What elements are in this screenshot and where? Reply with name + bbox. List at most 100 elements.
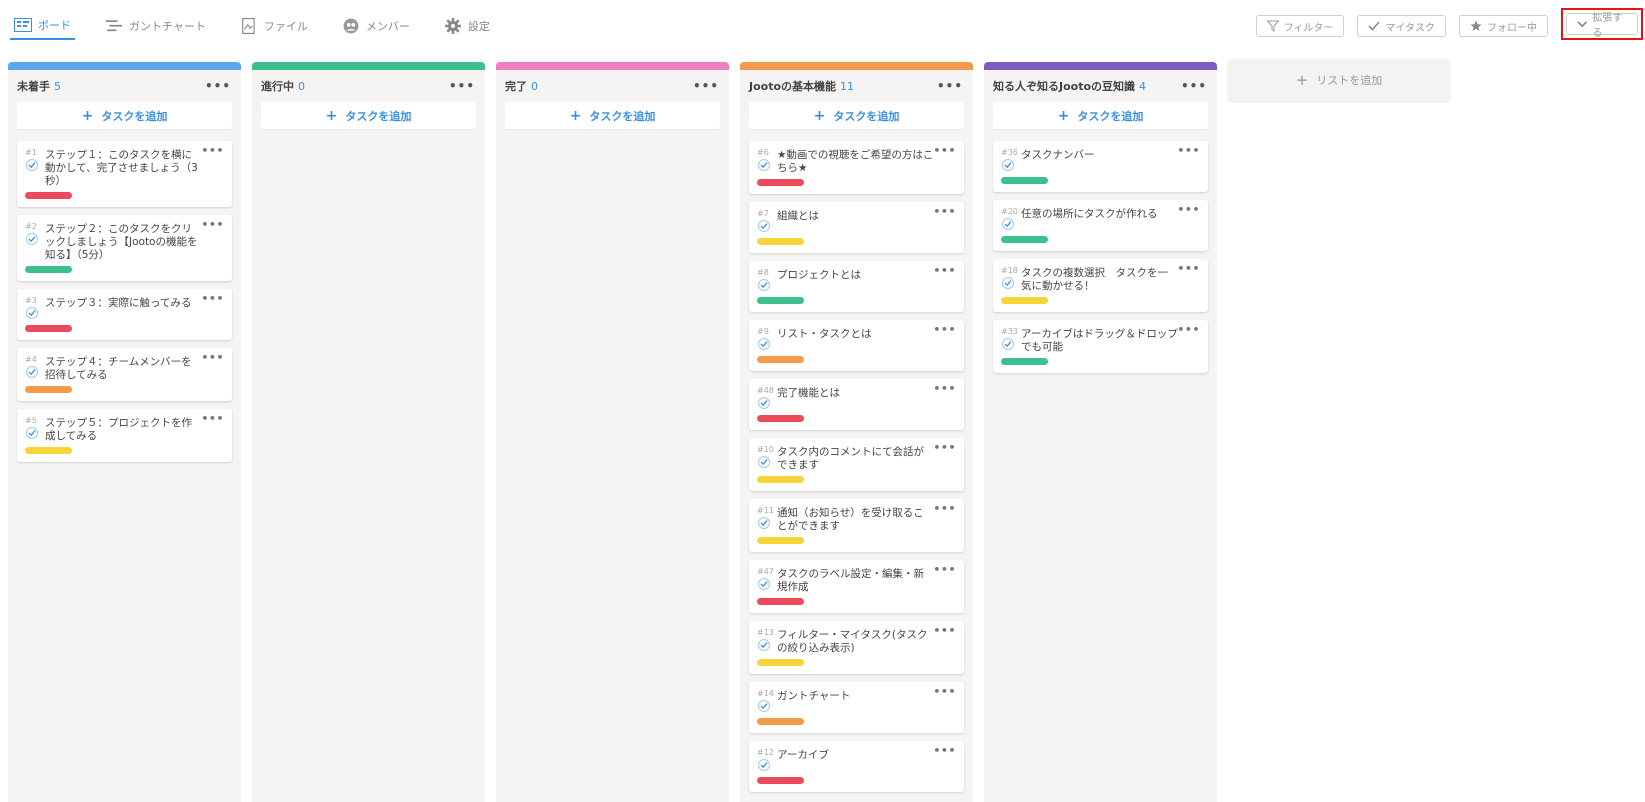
- task-number: #2: [25, 222, 37, 231]
- task-label-tag: [757, 537, 804, 544]
- complete-check-icon[interactable]: [1002, 159, 1014, 171]
- task-card[interactable]: #47 タスクのラベル設定・編集・新規作成 •••: [749, 560, 964, 613]
- task-menu-icon[interactable]: •••: [201, 292, 224, 305]
- task-menu-icon[interactable]: •••: [1177, 203, 1200, 216]
- list-column: 知る人ぞ知るJootoの豆知識 4 ••• + タスクを追加 #36 タスクナンバ…: [984, 62, 1217, 802]
- add-task-button[interactable]: + タスクを追加: [261, 102, 476, 129]
- task-menu-icon[interactable]: •••: [1177, 323, 1200, 336]
- filter-button[interactable]: フィルター: [1255, 15, 1345, 37]
- add-list-button[interactable]: + リストを追加: [1228, 59, 1450, 101]
- task-card[interactable]: #6 ★動画での視聴をご希望の方はこちら★ •••: [749, 141, 964, 194]
- task-card[interactable]: #12 アーカイブ •••: [749, 741, 964, 792]
- complete-check-icon[interactable]: [1002, 338, 1014, 350]
- task-menu-icon[interactable]: •••: [933, 685, 956, 698]
- task-card[interactable]: #14 ガントチャート •••: [749, 682, 964, 733]
- task-title: 組織とは: [777, 210, 819, 222]
- tab-member[interactable]: メンバー: [338, 12, 414, 40]
- task-menu-icon[interactable]: •••: [933, 323, 956, 336]
- task-menu-icon[interactable]: •••: [933, 264, 956, 277]
- task-menu-icon[interactable]: •••: [933, 382, 956, 395]
- task-menu-icon[interactable]: •••: [933, 744, 956, 757]
- task-card[interactable]: #10 タスク内のコメントにて会話ができます •••: [749, 438, 964, 491]
- add-task-button[interactable]: + タスクを追加: [17, 102, 232, 129]
- tab-settings[interactable]: 設定: [440, 12, 494, 40]
- task-menu-icon[interactable]: •••: [933, 441, 956, 454]
- task-title: プロジェクトとは: [777, 269, 861, 281]
- complete-check-icon[interactable]: [758, 759, 770, 771]
- complete-check-icon[interactable]: [758, 159, 770, 171]
- follow-button[interactable]: フォロー中: [1459, 15, 1548, 37]
- list-task-count: 5: [54, 80, 61, 93]
- task-number: #33: [1001, 327, 1018, 336]
- task-card[interactable]: #1 ステップ１：このタスクを横に動かして、完了させましょう（3秒） •••: [17, 141, 232, 207]
- task-card[interactable]: #11 通知（お知らせ）を受け取ることができます •••: [749, 499, 964, 552]
- complete-check-icon[interactable]: [26, 233, 38, 245]
- tab-board[interactable]: ボード: [10, 12, 75, 40]
- complete-check-icon[interactable]: [1002, 218, 1014, 230]
- complete-check-icon[interactable]: [758, 456, 770, 468]
- task-menu-icon[interactable]: •••: [933, 502, 956, 515]
- complete-check-icon[interactable]: [1002, 277, 1014, 289]
- task-menu-icon[interactable]: •••: [1177, 144, 1200, 157]
- complete-check-icon[interactable]: [758, 578, 770, 590]
- task-card[interactable]: #18 タスクの複数選択 タスクを一気に動かせる！ •••: [993, 259, 1208, 312]
- task-card[interactable]: #2 ステップ２：このタスクをクリックしましょう【Jootoの機能を知る】（5分…: [17, 215, 232, 281]
- list-menu-icon[interactable]: •••: [693, 79, 719, 93]
- add-task-button[interactable]: + タスクを追加: [505, 102, 720, 129]
- plus-icon: +: [325, 107, 338, 124]
- task-card[interactable]: #5 ステップ５：プロジェクトを作成してみる •••: [17, 409, 232, 462]
- task-menu-icon[interactable]: •••: [201, 351, 224, 364]
- list-menu-icon[interactable]: •••: [449, 79, 475, 93]
- task-menu-icon[interactable]: •••: [933, 205, 956, 218]
- task-card[interactable]: #20 任意の場所にタスクが作れる •••: [993, 200, 1208, 251]
- complete-check-icon[interactable]: [758, 279, 770, 291]
- mytask-button[interactable]: マイタスク: [1357, 15, 1446, 37]
- task-menu-icon[interactable]: •••: [201, 218, 224, 231]
- task-card[interactable]: #7 組織とは •••: [749, 202, 964, 253]
- complete-check-icon[interactable]: [26, 427, 38, 439]
- list-menu-icon[interactable]: •••: [937, 79, 963, 93]
- complete-check-icon[interactable]: [26, 159, 38, 171]
- task-title: タスク内のコメントにて会話ができます: [777, 446, 924, 471]
- list-menu-icon[interactable]: •••: [205, 79, 231, 93]
- complete-check-icon[interactable]: [758, 397, 770, 409]
- expand-button[interactable]: 拡張する: [1566, 13, 1638, 39]
- task-number: #8: [757, 268, 769, 277]
- file-icon: [242, 18, 255, 34]
- task-number: #48: [757, 386, 774, 395]
- task-card[interactable]: #36 タスクナンバー •••: [993, 141, 1208, 192]
- task-menu-icon[interactable]: •••: [933, 624, 956, 637]
- task-card[interactable]: #4 ステップ４：チームメンバーを招待してみる •••: [17, 348, 232, 401]
- task-title: アーカイブはドラッグ＆ドロップでも可能: [1021, 328, 1178, 353]
- task-title: タスクのラベル設定・編集・新規作成: [777, 568, 924, 593]
- complete-check-icon[interactable]: [758, 338, 770, 350]
- task-menu-icon[interactable]: •••: [1177, 262, 1200, 275]
- complete-check-icon[interactable]: [758, 517, 770, 529]
- list-menu-icon[interactable]: •••: [1181, 79, 1207, 93]
- task-card[interactable]: #33 アーカイブはドラッグ＆ドロップでも可能 •••: [993, 320, 1208, 373]
- tab-file[interactable]: ファイル: [236, 12, 312, 40]
- tab-gantt[interactable]: ガントチャート: [101, 12, 210, 40]
- list-title-wrap: Jootoの基本機能 11: [749, 78, 854, 94]
- complete-check-icon[interactable]: [26, 307, 38, 319]
- task-number: #7: [757, 209, 769, 218]
- task-menu-icon[interactable]: •••: [201, 412, 224, 425]
- list-header: 未着手 5 •••: [8, 70, 241, 102]
- add-task-button[interactable]: + タスクを追加: [993, 102, 1208, 129]
- task-card[interactable]: #9 リスト・タスクとは •••: [749, 320, 964, 371]
- complete-check-icon[interactable]: [758, 700, 770, 712]
- complete-check-icon[interactable]: [758, 639, 770, 651]
- task-card[interactable]: #13 フィルター・マイタスク(タスクの絞り込み表示) •••: [749, 621, 964, 674]
- task-number: #10: [757, 445, 774, 454]
- task-menu-icon[interactable]: •••: [933, 563, 956, 576]
- task-menu-icon[interactable]: •••: [201, 144, 224, 157]
- add-task-button[interactable]: + タスクを追加: [749, 102, 964, 129]
- task-card[interactable]: #48 完了機能とは •••: [749, 379, 964, 430]
- list-color-bar: [252, 62, 485, 70]
- task-card[interactable]: #8 プロジェクトとは •••: [749, 261, 964, 312]
- complete-check-icon[interactable]: [758, 220, 770, 232]
- task-menu-icon[interactable]: •••: [933, 144, 956, 157]
- complete-check-icon[interactable]: [26, 366, 38, 378]
- task-card[interactable]: #3 ステップ３：実際に触ってみる •••: [17, 289, 232, 340]
- task-label-tag: [1001, 358, 1048, 365]
